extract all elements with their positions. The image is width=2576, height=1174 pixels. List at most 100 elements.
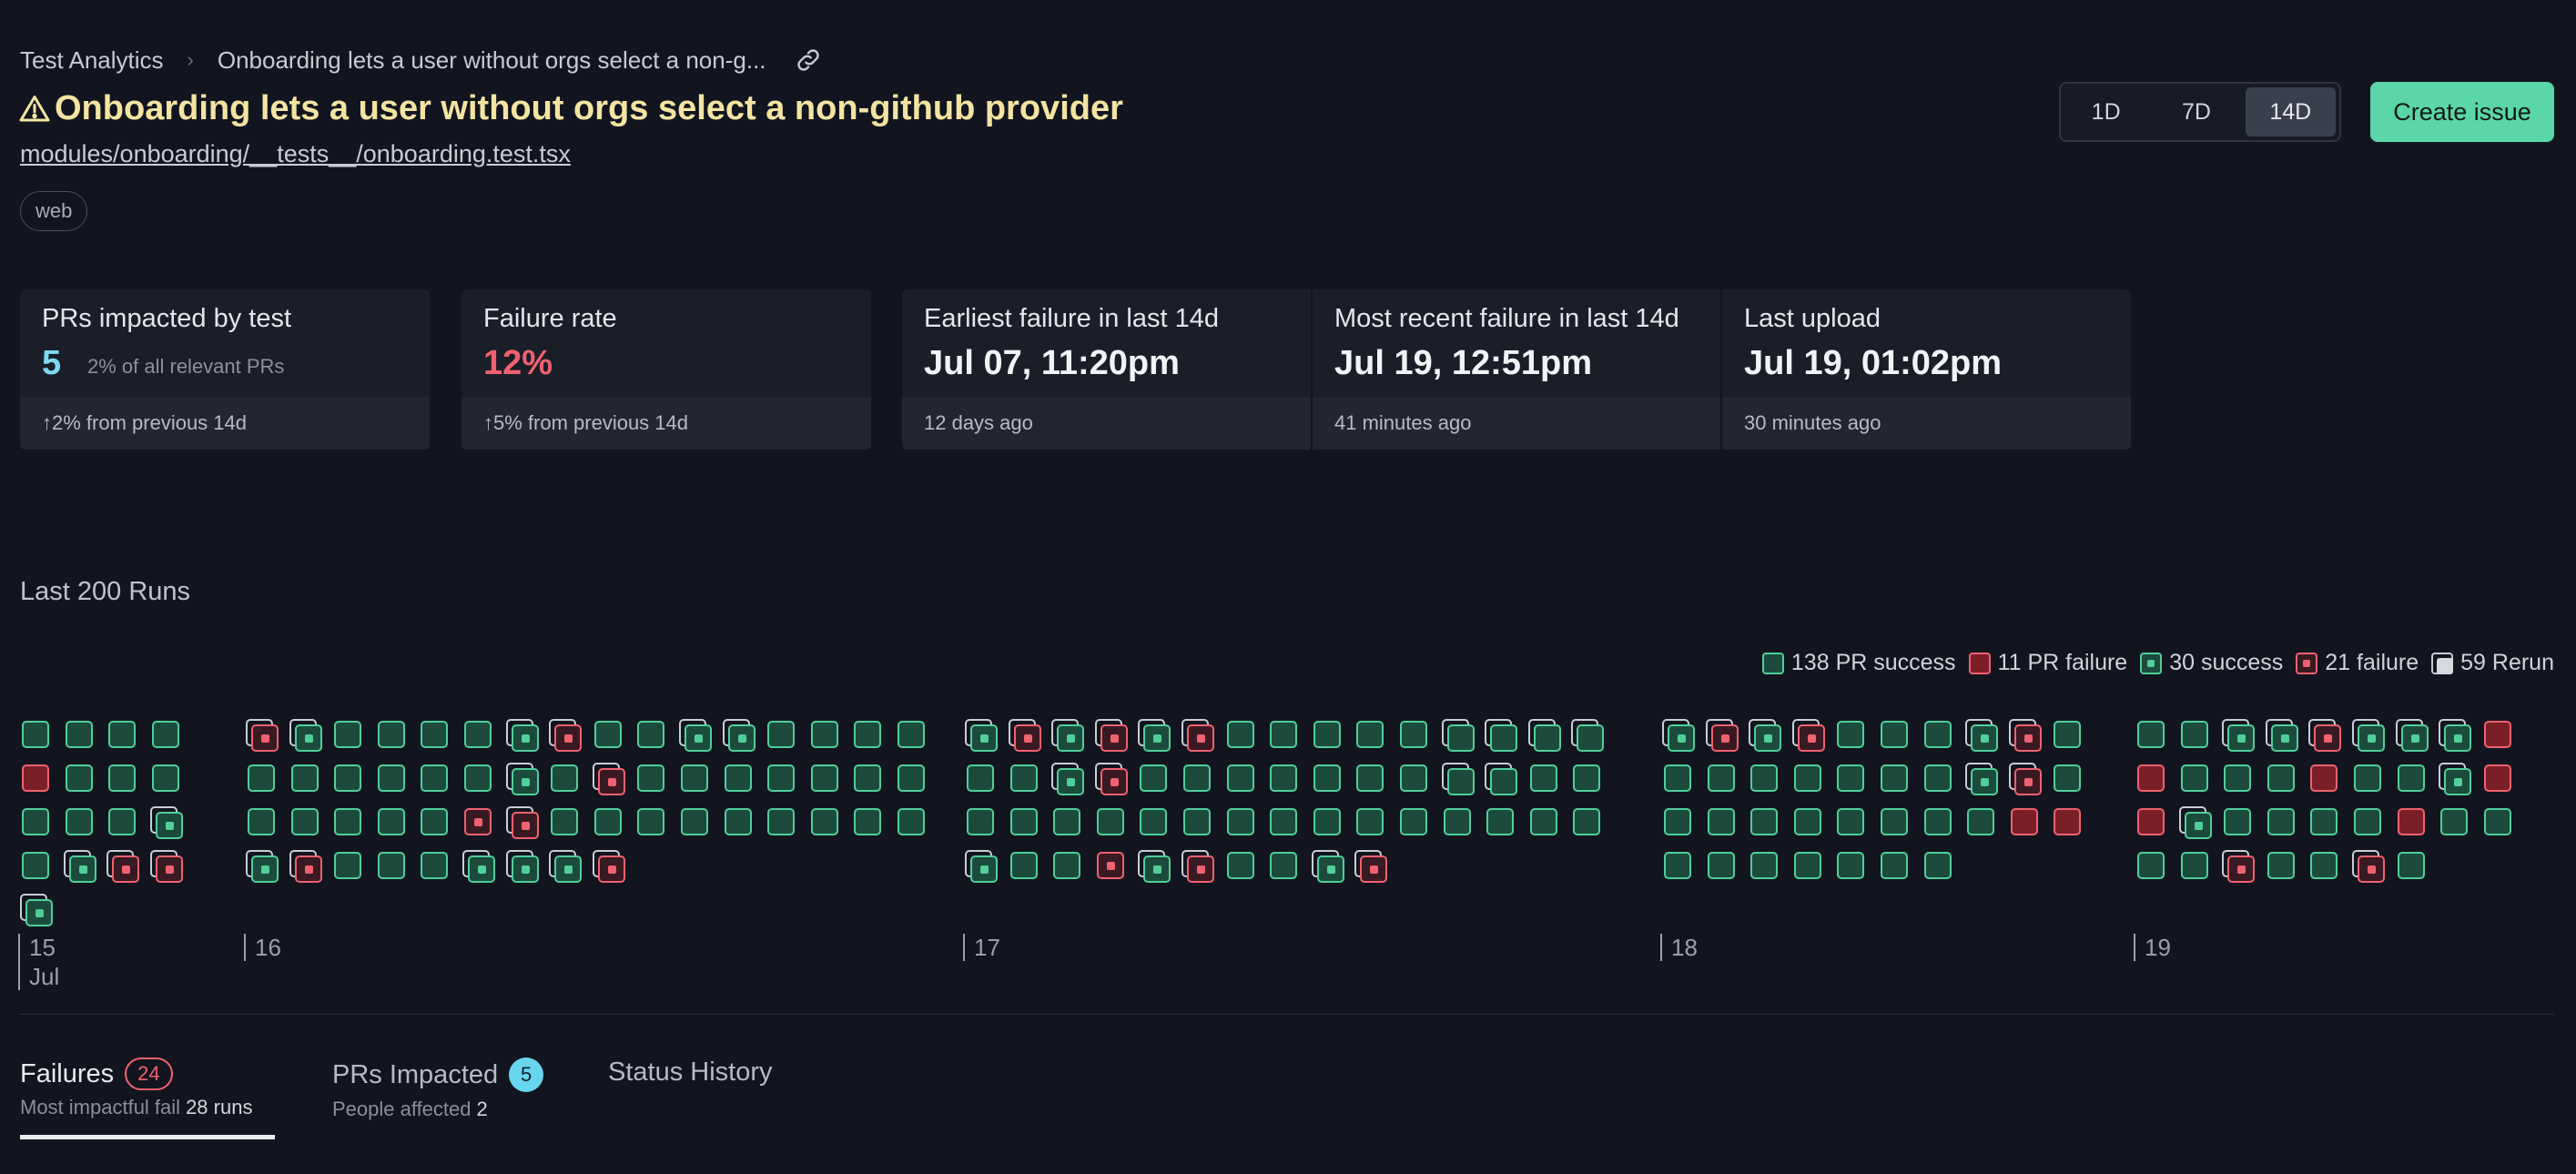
run-success[interactable] bbox=[156, 812, 183, 839]
run-pr-success[interactable] bbox=[767, 721, 795, 748]
run-pr-success[interactable] bbox=[2267, 808, 2295, 835]
run-pr-success[interactable] bbox=[1270, 852, 1297, 879]
run-pr-success[interactable] bbox=[1400, 764, 1427, 792]
run-pr-failure[interactable] bbox=[2310, 764, 2338, 792]
run-pr-success[interactable] bbox=[637, 721, 664, 748]
run-pr-success[interactable] bbox=[1750, 764, 1778, 792]
run-pr-success[interactable] bbox=[1313, 764, 1341, 792]
run-pr-success[interactable] bbox=[291, 808, 319, 835]
run-failure[interactable] bbox=[1100, 768, 1128, 795]
run-pr-success[interactable] bbox=[378, 808, 405, 835]
run-pr-success[interactable] bbox=[1486, 808, 1514, 835]
run-pr-success[interactable] bbox=[1881, 808, 1908, 835]
run-pr-success[interactable] bbox=[1227, 852, 1254, 879]
run-pr-success[interactable] bbox=[1573, 764, 1600, 792]
run-success[interactable] bbox=[468, 855, 495, 883]
run-success[interactable] bbox=[69, 855, 96, 883]
run-pr-success[interactable] bbox=[594, 721, 622, 748]
run-pr-success[interactable] bbox=[1447, 724, 1475, 752]
run-pr-success[interactable] bbox=[378, 721, 405, 748]
run-pr-success[interactable] bbox=[967, 764, 994, 792]
run-pr-success[interactable] bbox=[1881, 852, 1908, 879]
run-pr-success[interactable] bbox=[1924, 721, 1952, 748]
run-pr-success[interactable] bbox=[681, 764, 708, 792]
run-pr-success[interactable] bbox=[334, 808, 361, 835]
run-failure[interactable] bbox=[2014, 768, 2042, 795]
run-success[interactable] bbox=[2358, 724, 2385, 752]
run-pr-success[interactable] bbox=[1750, 852, 1778, 879]
run-pr-success[interactable] bbox=[1010, 764, 1038, 792]
run-pr-success[interactable] bbox=[1664, 808, 1691, 835]
run-pr-success[interactable] bbox=[334, 852, 361, 879]
run-pr-success[interactable] bbox=[551, 764, 578, 792]
run-pr-success[interactable] bbox=[1708, 852, 1735, 879]
run-failure[interactable] bbox=[1711, 724, 1739, 752]
run-pr-success[interactable] bbox=[152, 721, 179, 748]
run-failure[interactable] bbox=[112, 855, 139, 883]
run-pr-success[interactable] bbox=[898, 721, 925, 748]
run-pr-success[interactable] bbox=[2181, 764, 2208, 792]
run-failure[interactable] bbox=[295, 855, 322, 883]
run-pr-success[interactable] bbox=[2354, 764, 2381, 792]
run-pr-success[interactable] bbox=[1400, 721, 1427, 748]
run-pr-success[interactable] bbox=[2224, 764, 2251, 792]
run-pr-success[interactable] bbox=[22, 808, 49, 835]
run-pr-failure[interactable] bbox=[2011, 808, 2038, 835]
run-success[interactable] bbox=[1057, 724, 1084, 752]
run-pr-success[interactable] bbox=[108, 808, 136, 835]
range-14d-button[interactable]: 14D bbox=[2245, 87, 2336, 137]
run-pr-success[interactable] bbox=[2310, 852, 2338, 879]
run-pr-success[interactable] bbox=[248, 764, 275, 792]
run-pr-success[interactable] bbox=[2267, 764, 2295, 792]
run-success[interactable] bbox=[1754, 724, 1781, 752]
run-pr-success[interactable] bbox=[464, 721, 492, 748]
run-pr-success[interactable] bbox=[1010, 808, 1038, 835]
run-pr-success[interactable] bbox=[1530, 808, 1557, 835]
run-pr-success[interactable] bbox=[2224, 808, 2251, 835]
run-success[interactable] bbox=[685, 724, 712, 752]
run-pr-success[interactable] bbox=[1750, 808, 1778, 835]
run-pr-success[interactable] bbox=[248, 808, 275, 835]
run-pr-success[interactable] bbox=[967, 808, 994, 835]
run-pr-success[interactable] bbox=[1313, 721, 1341, 748]
run-pr-success[interactable] bbox=[2267, 852, 2295, 879]
run-pr-success[interactable] bbox=[464, 764, 492, 792]
run-pr-success[interactable] bbox=[1837, 808, 1864, 835]
run-pr-success[interactable] bbox=[1270, 808, 1297, 835]
tab-failures[interactable]: Failures 24 Most impactful fail 28 runs bbox=[20, 1058, 252, 1119]
run-pr-success[interactable] bbox=[421, 808, 448, 835]
run-pr-success[interactable] bbox=[854, 808, 881, 835]
run-pr-success[interactable] bbox=[811, 721, 838, 748]
run-success[interactable] bbox=[251, 855, 279, 883]
run-pr-success[interactable] bbox=[1708, 764, 1735, 792]
run-pr-success[interactable] bbox=[2354, 808, 2381, 835]
run-pr-failure[interactable] bbox=[2054, 808, 2081, 835]
run-pr-success[interactable] bbox=[1967, 808, 1994, 835]
run-pr-success[interactable] bbox=[421, 764, 448, 792]
run-pr-success[interactable] bbox=[1053, 808, 1080, 835]
run-pr-failure[interactable] bbox=[2137, 808, 2165, 835]
run-pr-success[interactable] bbox=[1794, 764, 1821, 792]
run-pr-success[interactable] bbox=[66, 721, 93, 748]
run-pr-success[interactable] bbox=[681, 808, 708, 835]
run-pr-failure[interactable] bbox=[22, 764, 49, 792]
run-pr-success[interactable] bbox=[854, 721, 881, 748]
run-pr-success[interactable] bbox=[1227, 764, 1254, 792]
run-pr-success[interactable] bbox=[66, 808, 93, 835]
run-pr-success[interactable] bbox=[1010, 852, 1038, 879]
run-pr-success[interactable] bbox=[334, 764, 361, 792]
run-pr-success[interactable] bbox=[152, 764, 179, 792]
run-pr-success[interactable] bbox=[378, 764, 405, 792]
run-failure[interactable] bbox=[2314, 724, 2341, 752]
run-pr-success[interactable] bbox=[1924, 852, 1952, 879]
run-failure[interactable] bbox=[1100, 724, 1128, 752]
run-pr-success[interactable] bbox=[1881, 764, 1908, 792]
run-success[interactable] bbox=[970, 855, 998, 883]
run-pr-success[interactable] bbox=[1227, 808, 1254, 835]
run-failure[interactable] bbox=[598, 855, 625, 883]
run-pr-success[interactable] bbox=[637, 808, 664, 835]
run-pr-success[interactable] bbox=[1573, 808, 1600, 835]
run-pr-failure[interactable] bbox=[2484, 764, 2511, 792]
run-success[interactable] bbox=[1143, 855, 1171, 883]
run-pr-success[interactable] bbox=[2440, 808, 2468, 835]
